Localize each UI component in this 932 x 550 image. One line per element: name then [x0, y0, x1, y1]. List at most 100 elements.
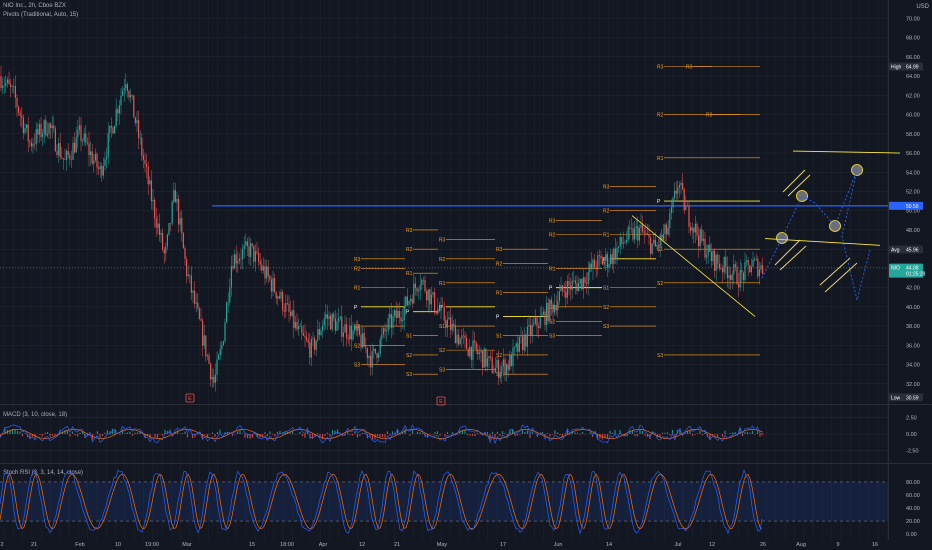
macd-histogram-bar: [74, 434, 76, 436]
pivot-label-s3: S3: [657, 353, 663, 359]
candle-body: [453, 323, 455, 326]
macd-histogram-bar: [546, 433, 549, 434]
candle-body: [325, 314, 327, 319]
candle-body: [274, 278, 276, 292]
candle-body: [429, 289, 431, 305]
candle-body: [419, 285, 421, 291]
candle-body: [352, 330, 354, 340]
candle-body: [285, 303, 287, 312]
candle-body: [203, 335, 205, 346]
macd-histogram-bar: [444, 434, 446, 437]
candle-body: [186, 259, 188, 277]
candle-body: [53, 125, 55, 129]
time-axis[interactable]: 2 21 Feb 10 19:00 Mar 15 18:00 Apr 12 21 May 17 Jun 14…: [0, 542, 878, 548]
macd-histogram-bar: [491, 431, 494, 434]
macd-histogram-bar: [299, 431, 301, 434]
candle-body: [118, 105, 120, 114]
candle-body: [542, 311, 544, 315]
candle-body: [630, 228, 632, 230]
macd-histogram-bar: [674, 434, 676, 437]
candle-body: [462, 335, 464, 337]
candle-body: [222, 341, 224, 346]
candle-body: [35, 129, 37, 145]
candle-body: [131, 95, 133, 96]
macd-histogram-bar: [54, 434, 56, 436]
macd-histogram-bar: [516, 434, 519, 436]
candle-body: [158, 223, 160, 235]
candle-body: [581, 279, 583, 290]
pivot-label-r2: R2: [406, 247, 413, 253]
price-tick-label: 56.00: [906, 151, 920, 157]
macd-histogram-bar: [119, 434, 121, 435]
macd-histogram-bar: [666, 432, 669, 434]
candle-body: [221, 345, 223, 350]
candle-body: [310, 339, 312, 358]
macd-histogram-bar: [761, 434, 764, 436]
candle-body: [219, 349, 221, 356]
macd-histogram-bar: [609, 430, 611, 434]
candle-body: [277, 296, 279, 299]
candle-body: [677, 187, 679, 194]
macd-histogram-bar: [464, 429, 466, 434]
time-tick-label: 9: [836, 542, 839, 548]
macd-histogram-bar: [724, 430, 726, 434]
macd-histogram-bar: [331, 430, 334, 434]
candle-body: [29, 141, 31, 143]
price-axis[interactable]: 70.00 68.00 66.00 64.00 62.00 60.00 58.00 56.00…: [889, 16, 926, 402]
macd-histogram-bar: [506, 434, 509, 436]
candle-body: [189, 274, 191, 276]
candle-body: [398, 310, 400, 318]
candle-body: [346, 324, 348, 338]
candle-body: [381, 334, 383, 340]
macd-histogram-bar: [156, 434, 159, 438]
candle-body: [629, 227, 631, 229]
candle-body: [390, 314, 392, 328]
candle-body: [611, 254, 613, 264]
candle-body: [312, 338, 314, 340]
candle-body: [202, 320, 204, 346]
candle-body: [83, 133, 85, 141]
macd-histogram-bar: [306, 431, 309, 434]
candle-body: [501, 366, 503, 373]
macd-histogram-bar: [379, 434, 381, 438]
candle-body: [267, 266, 269, 277]
candle-body: [70, 159, 72, 160]
candle-body: [190, 275, 192, 293]
candle-body: [117, 109, 119, 114]
candle-body: [13, 86, 15, 87]
candle-body: [494, 367, 496, 373]
candle-body: [669, 213, 671, 229]
macd-histogram-bar: [434, 432, 436, 434]
candle-body: [526, 326, 528, 347]
candle-body: [214, 374, 216, 383]
candle-body: [706, 255, 708, 258]
price-tag-value: 50.50: [906, 204, 919, 210]
pivot-label-r1: R1: [439, 281, 446, 287]
macd-histogram-bar: [606, 434, 609, 439]
candle-body: [411, 298, 413, 304]
candle-body: [90, 151, 92, 156]
candle-body: [10, 84, 12, 87]
candle-body: [430, 294, 432, 305]
candle-body: [736, 266, 738, 285]
candle-body: [421, 280, 423, 286]
pivot-label-r1: R1: [603, 233, 610, 239]
macd-histogram-bar: [419, 432, 421, 434]
candle-body: [486, 358, 488, 367]
candle-body: [306, 337, 308, 340]
chart-canvas[interactable]: R3 R2 R1 P S1 S2 S3 R3 R2 R1 P S1 S2 S3 R3 R2 R1 P S1 S2 S3 R…: [0, 0, 932, 550]
channel-segment: [774, 239, 801, 266]
candle-body: [475, 342, 477, 350]
candle-body: [744, 261, 746, 281]
price-tag-value: 01:25:28: [906, 272, 926, 278]
candle-body: [517, 343, 519, 352]
candle-body: [534, 317, 536, 324]
macd-histogram-bar: [471, 434, 474, 436]
candle-body: [182, 233, 184, 249]
candle-body: [752, 259, 754, 267]
candle-body: [264, 266, 266, 279]
macd-histogram-bar: [526, 430, 529, 434]
candle-body: [139, 138, 141, 139]
candle-body: [546, 302, 548, 325]
macd-histogram-bar: [384, 434, 386, 438]
